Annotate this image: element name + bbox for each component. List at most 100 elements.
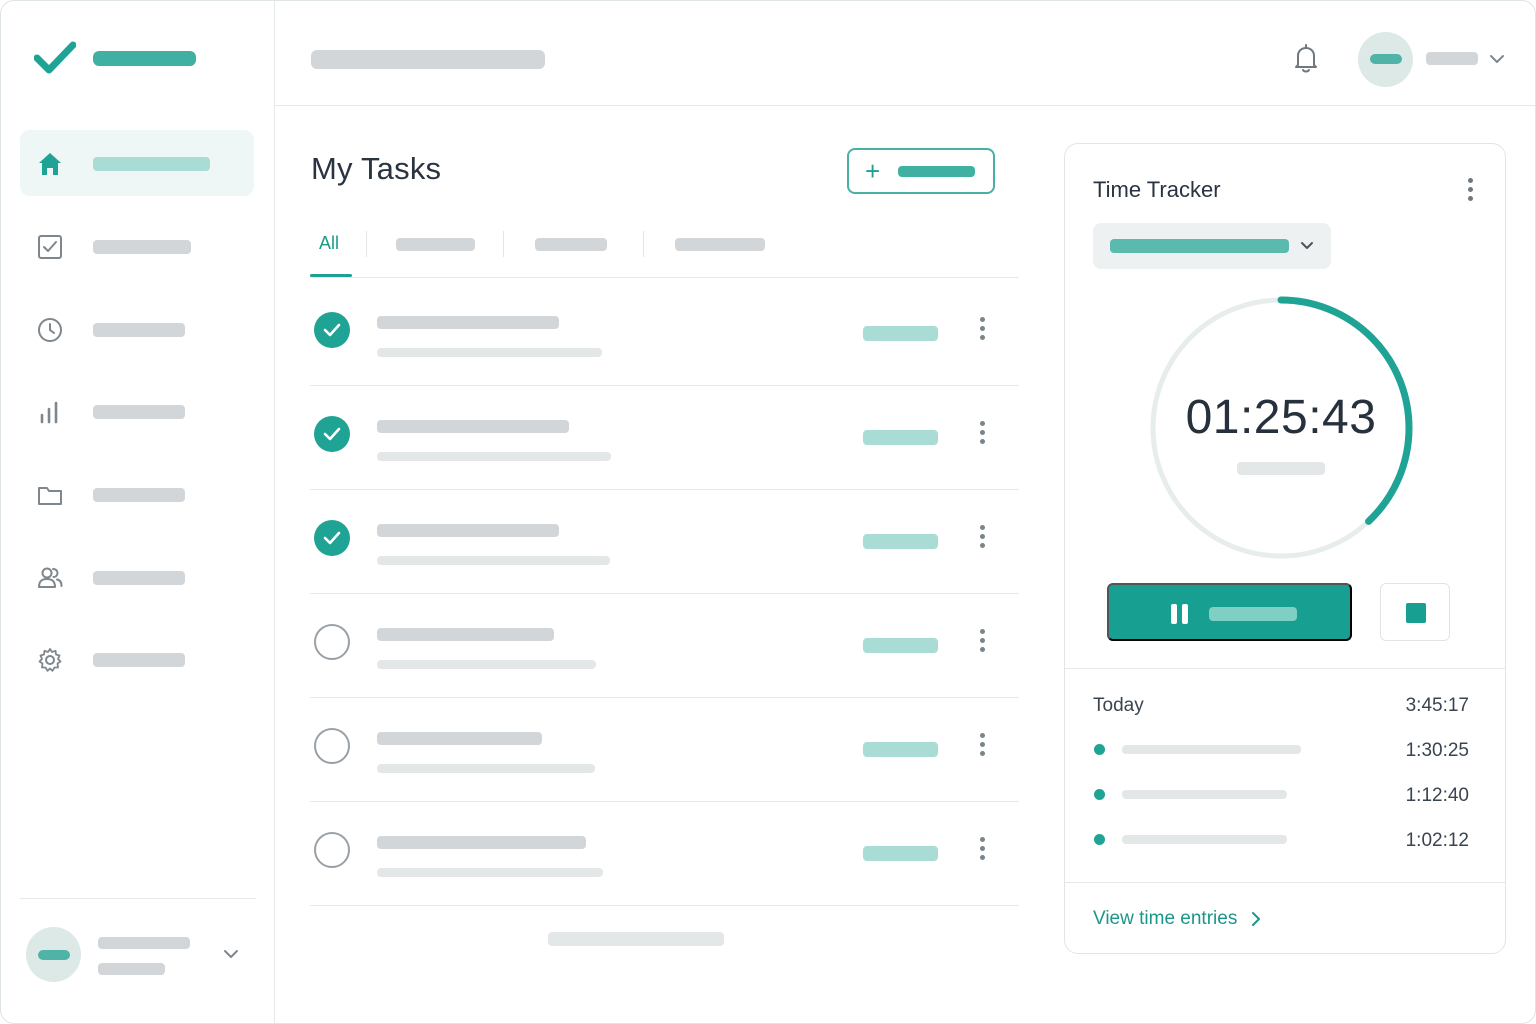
more-options-icon[interactable] <box>1462 178 1478 206</box>
pause-button-label <box>1209 607 1297 621</box>
task-row[interactable] <box>310 698 1019 802</box>
app-name-placeholder <box>93 51 196 66</box>
today-label: Today <box>1093 695 1144 716</box>
task-tag-placeholder <box>863 326 938 341</box>
more-options-icon[interactable] <box>974 525 990 553</box>
sidebar-item-reports[interactable] <box>20 378 254 444</box>
more-options-icon[interactable] <box>974 421 990 449</box>
entry-duration: 1:02:12 <box>1405 830 1469 851</box>
checkmark-icon <box>323 531 341 545</box>
sidebar-item-team[interactable] <box>20 544 254 610</box>
entry-dot <box>1094 834 1105 845</box>
task-tag-placeholder <box>863 534 938 549</box>
sidebar-item-settings[interactable] <box>20 626 254 692</box>
task-tag-placeholder <box>863 430 938 445</box>
sidebar-item-tasks[interactable] <box>20 213 254 279</box>
tracker-title: Time Tracker <box>1093 177 1221 202</box>
task-checkbox-checked[interactable] <box>314 416 350 452</box>
more-options-icon[interactable] <box>974 629 990 657</box>
time-tracker-card: Time Tracker 01:25:43 Today 3:45:17 1:30… <box>1064 143 1506 954</box>
project-select[interactable] <box>1093 223 1331 269</box>
user-role-placeholder <box>98 963 165 975</box>
task-row[interactable] <box>310 490 1019 594</box>
avatar[interactable] <box>1358 32 1413 87</box>
task-subtitle-placeholder <box>377 556 610 565</box>
tabs-divider <box>310 277 1019 278</box>
folder-icon <box>38 487 62 505</box>
more-options-icon[interactable] <box>974 317 990 345</box>
clock-icon <box>38 318 62 342</box>
bell-icon[interactable] <box>1289 41 1323 75</box>
checkmark-icon <box>34 41 76 74</box>
task-checkbox[interactable] <box>314 728 350 764</box>
tab-divider <box>503 231 504 257</box>
sidebar-item-label <box>93 323 185 337</box>
page-title: My Tasks <box>311 151 442 186</box>
sidebar <box>1 1 275 1023</box>
task-row[interactable] <box>310 282 1019 386</box>
tab-divider <box>366 231 367 257</box>
entry-dot <box>1094 789 1105 800</box>
sidebar-divider <box>20 898 256 899</box>
entry-duration: 1:12:40 <box>1405 785 1469 806</box>
plus-icon: + <box>865 156 881 186</box>
chevron-down-icon[interactable] <box>222 947 240 961</box>
checkmark-icon <box>323 427 341 441</box>
bar-chart-icon <box>40 401 58 424</box>
task-subtitle-placeholder <box>377 348 602 357</box>
task-subtitle-placeholder <box>377 764 595 773</box>
users-icon <box>38 567 63 588</box>
task-title-placeholder <box>377 420 569 433</box>
task-subtitle-placeholder <box>377 660 596 669</box>
project-select-value <box>1110 239 1289 253</box>
tab-placeholder[interactable] <box>396 238 475 251</box>
task-tag-placeholder <box>863 742 938 757</box>
tab-placeholder[interactable] <box>675 238 765 251</box>
task-title-placeholder <box>377 316 559 329</box>
task-tag-placeholder <box>863 846 938 861</box>
task-title-placeholder <box>377 836 586 849</box>
pause-button[interactable] <box>1107 583 1352 641</box>
tracker-divider <box>1065 882 1505 883</box>
today-total: 3:45:17 <box>1405 695 1469 716</box>
app-window: My Tasks + All Time Tracker 01:25:43 Tod… <box>0 0 1536 1024</box>
sidebar-item-time[interactable] <box>20 296 254 362</box>
entry-name-placeholder <box>1122 790 1287 799</box>
entry-name-placeholder <box>1122 835 1287 844</box>
task-row[interactable] <box>310 802 1019 906</box>
sidebar-item-label <box>93 240 191 254</box>
entry-duration: 1:30:25 <box>1405 740 1469 761</box>
timer-display: 01:25:43 <box>1185 391 1377 444</box>
more-options-icon[interactable] <box>974 837 990 865</box>
view-time-entries-link[interactable]: View time entries <box>1093 908 1237 930</box>
entry-dot <box>1094 744 1105 755</box>
task-checkbox-checked[interactable] <box>314 312 350 348</box>
sidebar-item-label <box>93 571 185 585</box>
checkmark-icon <box>323 323 341 337</box>
task-row[interactable] <box>310 594 1019 698</box>
timer-caption-placeholder <box>1237 462 1325 475</box>
chevron-right-icon[interactable] <box>1249 910 1263 928</box>
task-title-placeholder <box>377 628 554 641</box>
avatar[interactable] <box>26 927 81 982</box>
task-checkbox[interactable] <box>314 832 350 868</box>
add-task-label <box>898 166 975 177</box>
sidebar-item-label <box>93 488 185 502</box>
sidebar-item-home[interactable] <box>20 130 254 196</box>
tab-placeholder[interactable] <box>535 238 607 251</box>
tracker-divider <box>1065 668 1505 669</box>
chevron-down-icon[interactable] <box>1488 52 1506 66</box>
task-row[interactable] <box>310 386 1019 490</box>
tab-all[interactable]: All <box>319 233 339 254</box>
sidebar-item-projects[interactable] <box>20 461 254 527</box>
stop-button[interactable] <box>1380 583 1450 641</box>
task-checkbox[interactable] <box>314 624 350 660</box>
more-options-icon[interactable] <box>974 733 990 761</box>
pagination-placeholder[interactable] <box>548 932 724 946</box>
task-checkbox-checked[interactable] <box>314 520 350 556</box>
add-task-button[interactable]: + <box>847 148 995 194</box>
task-checkbox-icon <box>38 235 62 259</box>
stop-icon <box>1406 603 1426 623</box>
home-icon <box>39 153 61 175</box>
sidebar-item-label <box>93 405 185 419</box>
